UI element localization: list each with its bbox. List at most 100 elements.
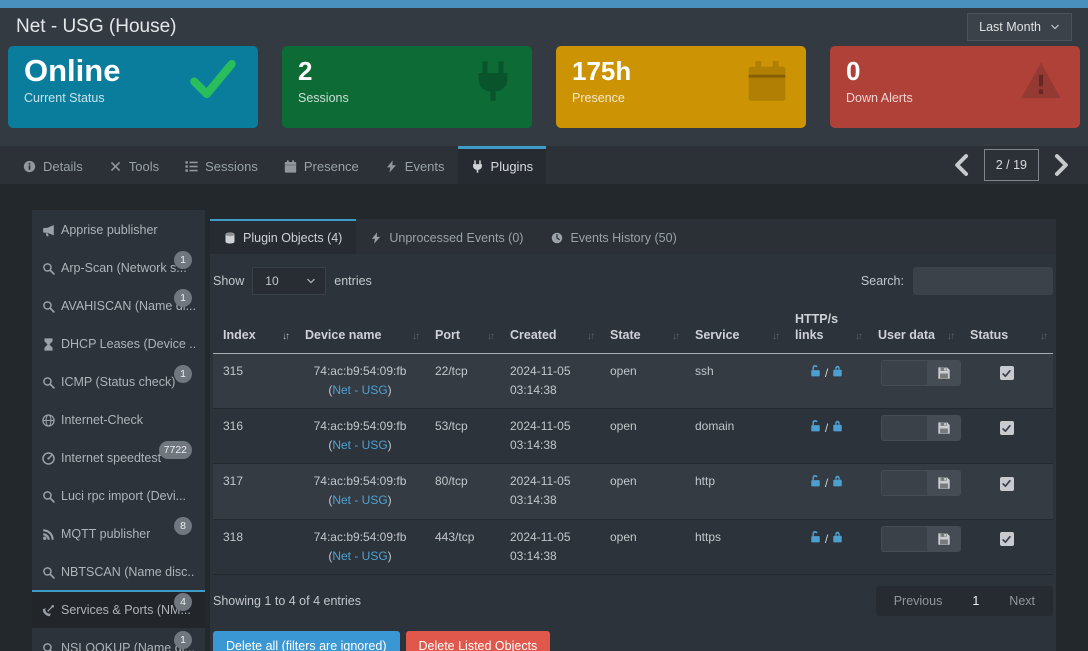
showing-entries-label: Showing 1 to 4 of 4 entries — [213, 594, 361, 608]
satellite-icon — [42, 604, 55, 617]
column-header[interactable]: Device name↓↑ — [295, 307, 425, 353]
status-checkbox[interactable] — [1000, 421, 1014, 435]
column-header[interactable]: Index↓↑ — [213, 307, 295, 353]
count-badge: 7722 — [159, 441, 192, 459]
lock-icon[interactable] — [831, 364, 844, 377]
status-card: 2Sessions — [282, 46, 532, 128]
save-button[interactable] — [927, 470, 961, 496]
unlock-icon[interactable] — [809, 530, 822, 543]
sidebar-item[interactable]: NSLOOKUP (Name di...1 — [32, 628, 205, 651]
previous-page-button[interactable]: Previous — [878, 594, 959, 608]
unlock-icon[interactable] — [809, 474, 822, 487]
cell-device-name: 74:ac:b9:54:09:fb(Net - USG) — [295, 353, 425, 408]
column-header[interactable]: Port↓↑ — [425, 307, 500, 353]
column-header[interactable]: Status↓↑ — [960, 307, 1053, 353]
floppy-icon — [937, 421, 951, 435]
rss-icon — [42, 528, 55, 541]
device-link[interactable]: Net - USG — [332, 438, 387, 452]
device-tab-bar: DetailsToolsSessionsPresenceEventsPlugin… — [0, 146, 1088, 184]
status-checkbox[interactable] — [1000, 366, 1014, 380]
cell-port: 80/tcp — [425, 464, 500, 519]
plugin-tab[interactable]: Unprocessed Events (0) — [356, 219, 537, 254]
floppy-icon — [937, 476, 951, 490]
tab-presence[interactable]: Presence — [271, 146, 372, 184]
sidebar-item[interactable]: ICMP (Status check)1 — [32, 362, 205, 400]
user-data-input[interactable] — [881, 470, 927, 496]
user-data-input[interactable] — [881, 526, 927, 552]
column-header[interactable]: HTTP/s links↓↑ — [785, 307, 868, 353]
lock-icon[interactable] — [831, 474, 844, 487]
sidebar-item[interactable]: MQTT publisher8 — [32, 514, 205, 552]
info-icon — [23, 160, 36, 173]
save-button[interactable] — [927, 415, 961, 441]
sort-icon: ↓↑ — [587, 330, 593, 343]
tab-plugins[interactable]: Plugins — [458, 146, 547, 184]
tab-sessions[interactable]: Sessions — [172, 146, 271, 184]
table-row: 31674:ac:b9:54:09:fb(Net - USG)53/tcp202… — [213, 408, 1053, 463]
list-icon — [185, 160, 198, 173]
cell-service: domain — [685, 408, 785, 463]
search-icon — [42, 490, 55, 503]
cell-created: 2024-11-0503:14:38 — [500, 519, 600, 574]
unlock-icon[interactable] — [809, 364, 822, 377]
sidebar-item[interactable]: NBTSCAN (Name disc... — [32, 552, 205, 590]
chevron-right-icon[interactable] — [1048, 151, 1074, 179]
plugin-tab[interactable]: Plugin Objects (4) — [210, 219, 356, 254]
status-checkbox[interactable] — [1000, 532, 1014, 546]
sidebar-item-label: ICMP (Status check) — [61, 375, 175, 389]
user-data-input[interactable] — [881, 360, 927, 386]
device-link[interactable]: Net - USG — [332, 549, 387, 563]
sidebar-item[interactable]: Internet speedtest7722 — [32, 438, 205, 476]
sidebar-item[interactable]: Arp-Scan (Network s...1 — [32, 248, 205, 286]
bullhorn-icon — [42, 224, 55, 237]
save-button[interactable] — [927, 526, 961, 552]
sidebar-item[interactable]: AVAHISCAN (Name di...1 — [32, 286, 205, 324]
search-icon — [42, 566, 55, 579]
sort-icon: ↓↑ — [487, 330, 493, 343]
column-header[interactable]: Created↓↑ — [500, 307, 600, 353]
device-pager: 2 / 19 — [949, 146, 1088, 184]
status-card: OnlineCurrent Status — [8, 46, 258, 128]
delete-all-button[interactable]: Delete all (filters are ignored) — [213, 631, 400, 651]
plugin-tab[interactable]: Events History (50) — [537, 219, 690, 254]
tab-details[interactable]: Details — [10, 146, 96, 184]
column-label: Service — [695, 328, 739, 342]
tab-tools[interactable]: Tools — [96, 146, 172, 184]
column-header[interactable]: User data↓↑ — [868, 307, 960, 353]
device-link[interactable]: Net - USG — [332, 383, 387, 397]
sidebar-item[interactable]: DHCP Leases (Device ... — [32, 324, 205, 362]
lock-icon[interactable] — [831, 530, 844, 543]
lock-icon[interactable] — [831, 419, 844, 432]
cell-status — [960, 353, 1053, 408]
chevron-left-icon[interactable] — [949, 151, 975, 179]
plugin-panel: Plugin Objects (4)Unprocessed Events (0)… — [210, 219, 1056, 651]
sort-icon: ↓↑ — [772, 330, 778, 343]
page-size-select[interactable]: 10 — [252, 267, 326, 295]
cell-device-name: 74:ac:b9:54:09:fb(Net - USG) — [295, 519, 425, 574]
column-header[interactable]: State↓↑ — [600, 307, 685, 353]
current-page-button[interactable]: 1 — [958, 594, 993, 608]
status-checkbox[interactable] — [1000, 477, 1014, 491]
sort-icon: ↓↑ — [672, 330, 678, 343]
user-data-input[interactable] — [881, 415, 927, 441]
device-link[interactable]: Net - USG — [332, 493, 387, 507]
count-badge: 1 — [174, 631, 192, 649]
bolt-icon — [370, 232, 382, 244]
next-page-button[interactable]: Next — [993, 594, 1051, 608]
sidebar-item[interactable]: Services & Ports (NM...4 — [32, 590, 205, 628]
save-button[interactable] — [927, 360, 961, 386]
tab-events[interactable]: Events — [372, 146, 458, 184]
warning-icon — [1020, 60, 1062, 102]
period-selector[interactable]: Last Month — [967, 13, 1072, 41]
sidebar-item[interactable]: Internet-Check — [32, 400, 205, 438]
cell-state: open — [600, 408, 685, 463]
unlock-icon[interactable] — [809, 419, 822, 432]
sidebar-item[interactable]: Apprise publisher — [32, 210, 205, 248]
sidebar-item[interactable]: Luci rpc import (Devi... — [32, 476, 205, 514]
delete-listed-button[interactable]: Delete Listed Objects — [406, 631, 551, 651]
cell-index: 316 — [213, 408, 295, 463]
count-badge: 1 — [174, 365, 192, 383]
column-header[interactable]: Service ↓↑ — [685, 307, 785, 353]
search-input[interactable] — [913, 267, 1053, 295]
device-pager-value: 2 / 19 — [984, 149, 1039, 181]
